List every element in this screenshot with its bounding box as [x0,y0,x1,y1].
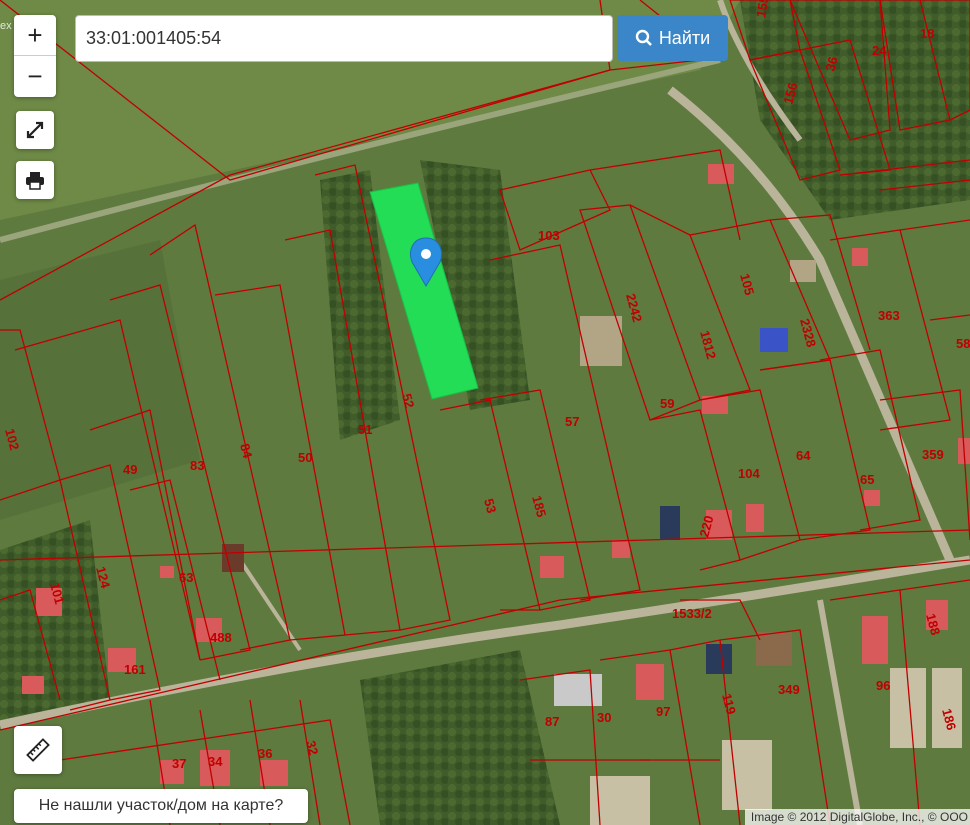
plot-label: 63 [179,570,193,585]
plot-label: 97 [656,704,670,719]
not-found-button[interactable]: Не нашли участок/дом на карте? [14,789,308,823]
plot-label: 18 [920,26,934,41]
satellite-map[interactable]: 155 24 18 36 156 103 2242 105 2328 363 5… [0,0,970,825]
plot-label: 363 [878,308,900,323]
plot-label: 30 [597,710,611,725]
plot-label: 50 [298,450,312,465]
plot-label: 64 [796,448,811,463]
watermark-text: ex [0,20,12,32]
plot-label: 37 [172,756,186,771]
plot-label: 36 [258,746,272,761]
zoom-out-button[interactable]: − [14,55,56,96]
zoom-in-button[interactable]: + [14,15,56,55]
plot-label: 161 [124,662,146,677]
plot-label: 24 [872,43,887,58]
plot-label: 57 [565,414,579,429]
plot-label: 349 [778,682,800,697]
plot-label: 65 [860,472,874,487]
search-button-label: Найти [658,27,711,48]
plot-label: 87 [545,714,559,729]
plot-label: 83 [190,458,204,473]
search-icon [635,29,652,46]
ruler-button[interactable] [14,726,62,774]
ruler-icon [26,738,50,762]
zoom-control: + − [14,15,56,97]
search-button[interactable]: Найти [617,15,728,61]
print-button[interactable] [16,161,54,199]
plot-label: 1533/2 [672,606,712,621]
plot-label: 59 [660,396,674,411]
plot-label: 104 [738,466,760,481]
plot-label: 49 [123,462,137,477]
plot-label: 359 [922,447,944,462]
plot-label: 58 [956,336,970,351]
plot-label: 103 [538,228,560,243]
plot-label: 51 [358,422,372,437]
copyright-text: Image © 2012 DigitalGlobe, Inc., © ООО [744,809,970,825]
search-input[interactable] [75,15,613,62]
plot-label: 96 [876,678,890,693]
printer-icon [26,172,44,190]
plot-label: 488 [210,630,232,645]
expand-icon [26,121,44,139]
fullscreen-button[interactable] [16,111,54,149]
plot-label: 34 [208,754,223,769]
